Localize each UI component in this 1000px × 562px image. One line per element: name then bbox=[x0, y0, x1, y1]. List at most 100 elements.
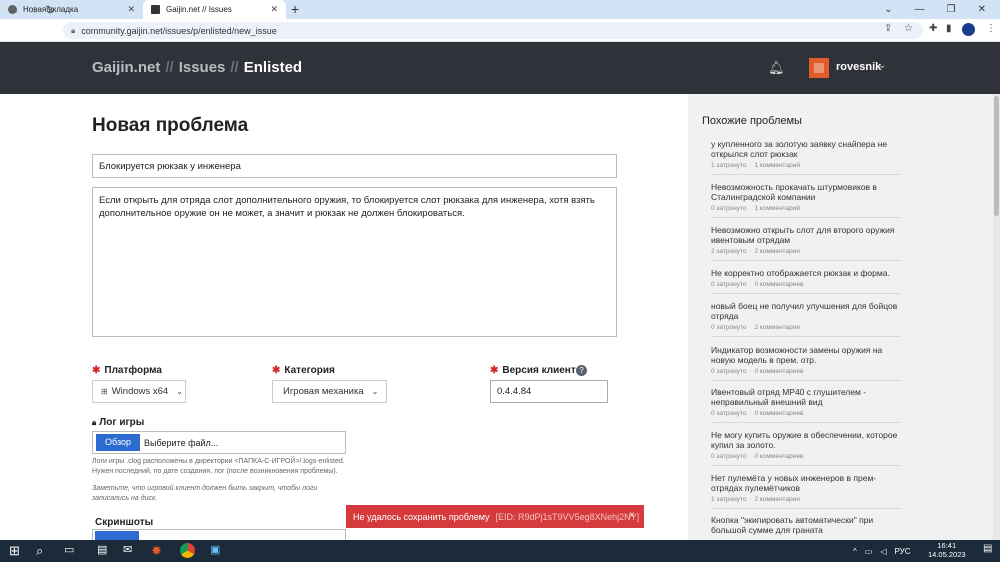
issue-title[interactable]: новый боец не получил улучшения для бойц… bbox=[711, 301, 901, 321]
bookmark-star-icon[interactable]: ☆ bbox=[904, 23, 913, 34]
file-explorer-icon[interactable]: ▤ bbox=[97, 543, 107, 556]
sidepanel-icon[interactable]: ▮ bbox=[946, 23, 952, 34]
windows-start-icon[interactable]: ⊞ bbox=[9, 543, 20, 559]
menu-kebab-icon[interactable]: ⋮ bbox=[986, 23, 996, 34]
required-asterisk-icon: ✱ bbox=[490, 365, 499, 376]
list-item[interactable]: Нет пулемёта у новых инженеров в прем-от… bbox=[711, 473, 901, 509]
toast-eid: [EID: R9dPj1sT9VV5eg8XNehj2NY] bbox=[495, 511, 640, 522]
issue-title[interactable]: Ивентовый отряд MP40 с глушителем - непр… bbox=[711, 387, 901, 407]
issue-title[interactable]: Нет пулемёта у новых инженеров в прем-от… bbox=[711, 473, 901, 493]
list-item[interactable]: Невозможность прокачать штурмовиков в Ст… bbox=[711, 182, 901, 218]
gaijin-favicon-icon bbox=[151, 5, 160, 14]
log-label-text: Лог игры bbox=[99, 417, 145, 428]
issue-title[interactable]: у купленного за золотую заявку снайпера … bbox=[711, 139, 901, 159]
mail-icon[interactable]: ✉ bbox=[123, 543, 132, 556]
comment-count: 1 комментарий bbox=[754, 162, 800, 169]
notifications-icon[interactable]: ▤ bbox=[983, 543, 992, 554]
volume-icon[interactable]: ◁ bbox=[880, 547, 886, 556]
list-item[interactable]: Невозможно открыть слот для второго оруж… bbox=[711, 225, 901, 261]
lock-icon: 🔒︎ bbox=[71, 25, 76, 35]
avatar[interactable] bbox=[809, 58, 829, 78]
affected-count: 0 затронуто bbox=[711, 205, 747, 212]
issue-title[interactable]: Не корректно отображается рюкзак и форма… bbox=[711, 268, 901, 278]
comment-count: 0 комментариев bbox=[754, 368, 804, 375]
chevron-down-icon[interactable]: ⌄ bbox=[878, 60, 886, 71]
app-taskbar-icon[interactable]: ▣ bbox=[210, 543, 220, 556]
language-indicator[interactable]: РУС bbox=[894, 547, 910, 556]
issue-title[interactable]: Невозможно открыть слот для второго оруж… bbox=[711, 225, 901, 245]
network-icon[interactable]: ▭ bbox=[865, 547, 873, 556]
tab-new-tab[interactable]: Новая вкладка ✕ bbox=[0, 0, 143, 19]
chevron-down-icon: ⌄ bbox=[176, 387, 183, 396]
list-item[interactable]: Индикатор возможности замены оружия на н… bbox=[711, 345, 901, 381]
help-icon[interactable]: ? bbox=[576, 365, 587, 376]
error-toast: Не удалось сохранить проблему [EID: R9dP… bbox=[346, 505, 644, 528]
issue-title[interactable]: Кнопка "экипировать автоматически" при б… bbox=[711, 515, 901, 535]
close-tab-icon[interactable]: ✕ bbox=[270, 4, 278, 15]
issue-title[interactable]: Не могу купить оружие в обеспечении, кот… bbox=[711, 430, 901, 450]
chrome-taskbar-icon[interactable] bbox=[180, 543, 195, 558]
browse-button[interactable]: Обзор bbox=[96, 434, 140, 451]
log-hint-note: Заметьте, что игровой клиент должен быть… bbox=[92, 485, 318, 502]
close-tab-icon[interactable]: ✕ bbox=[127, 4, 135, 15]
comment-count: 2 комментария bbox=[754, 248, 800, 255]
list-item[interactable]: Кнопка "экипировать автоматически" при б… bbox=[711, 515, 901, 540]
affected-count: 1 затронуто bbox=[711, 162, 747, 169]
issue-title[interactable]: Индикатор возможности замены оружия на н… bbox=[711, 345, 901, 365]
scrollbar-thumb[interactable] bbox=[994, 96, 999, 216]
comment-count: 2 комментария bbox=[754, 324, 800, 331]
list-item[interactable]: Ивентовый отряд MP40 с глушителем - непр… bbox=[711, 387, 901, 423]
forward-icon[interactable]: → bbox=[27, 3, 39, 17]
issue-description-textarea[interactable]: Если открыть для отряда слот дополнитель… bbox=[92, 187, 617, 337]
address-bar[interactable]: 🔒︎ community.gaijin.net/issues/p/enliste… bbox=[63, 22, 923, 39]
list-item[interactable]: у купленного за золотую заявку снайпера … bbox=[711, 139, 901, 175]
breadcrumb: Gaijin.net//Issues//Enlisted bbox=[92, 59, 302, 76]
reload-icon[interactable]: ↻ bbox=[45, 3, 55, 17]
list-item[interactable]: Не корректно отображается рюкзак и форма… bbox=[711, 268, 901, 294]
profile-avatar-icon[interactable] bbox=[962, 23, 975, 36]
breadcrumb-separator: // bbox=[165, 59, 174, 76]
page-title: Новая проблема bbox=[92, 115, 249, 136]
tab-search-icon[interactable]: ⌄ bbox=[884, 4, 892, 15]
breadcrumb-separator: // bbox=[230, 59, 239, 76]
back-icon[interactable]: ← bbox=[8, 3, 20, 17]
toast-message: Не удалось сохранить проблему bbox=[353, 511, 490, 522]
search-icon[interactable]: ⌕ bbox=[36, 543, 43, 559]
tray-chevron-icon[interactable]: ^ bbox=[853, 547, 857, 556]
enlisted-game-icon[interactable]: ✸ bbox=[151, 543, 162, 559]
issue-title-input[interactable]: Блокируется рюкзак у инженера bbox=[92, 154, 617, 178]
version-input[interactable]: 0.4.4.84 bbox=[490, 380, 608, 403]
screenshots-label: Скриншоты bbox=[95, 517, 154, 528]
category-value: Игровая механика bbox=[283, 386, 364, 397]
username[interactable]: rovesnik bbox=[836, 61, 881, 73]
tab-issues[interactable]: Gaijin.net // Issues ✕ bbox=[143, 0, 286, 19]
task-view-icon[interactable]: ▭ bbox=[64, 543, 74, 556]
time: 16:41 bbox=[937, 541, 957, 550]
list-item[interactable]: Не могу купить оружие в обеспечении, кот… bbox=[711, 430, 901, 466]
category-select[interactable]: Игровая механика ⌄ bbox=[272, 380, 387, 403]
list-item[interactable]: новый боец не получил улучшения для бойц… bbox=[711, 301, 901, 337]
taskbar bbox=[0, 540, 1000, 562]
breadcrumb-enlisted[interactable]: Enlisted bbox=[244, 59, 302, 76]
share-icon[interactable]: ⇪ bbox=[884, 23, 892, 34]
clock[interactable]: 16:41 14.05.2023 bbox=[928, 541, 966, 559]
breadcrumb-issues[interactable]: Issues bbox=[179, 59, 226, 76]
extensions-icon[interactable]: ✚ bbox=[929, 23, 937, 34]
minimize-icon[interactable]: — bbox=[915, 4, 925, 15]
breadcrumb-gaijin[interactable]: Gaijin.net bbox=[92, 59, 160, 76]
issue-title[interactable]: Невозможность прокачать штурмовиков в Ст… bbox=[711, 182, 901, 202]
tab-label: Gaijin.net // Issues bbox=[166, 5, 232, 14]
comment-count: 0 комментариев bbox=[754, 410, 804, 417]
close-window-icon[interactable]: ✕ bbox=[978, 4, 986, 15]
notification-bell-icon[interactable]: 🔔︎ bbox=[768, 60, 785, 76]
window-controls: ⌄ — ❐ ✕ bbox=[884, 0, 1000, 19]
affected-count: 0 затронуто bbox=[711, 324, 747, 331]
maximize-icon[interactable]: ❐ bbox=[947, 4, 956, 15]
comment-count: 0 комментариев bbox=[754, 453, 804, 460]
platform-select[interactable]: ⊞ Windows x64 ⌄ bbox=[92, 380, 186, 403]
url-text: community.gaijin.net/issues/p/enlisted/n… bbox=[81, 25, 277, 36]
new-tab-button[interactable]: + bbox=[291, 1, 299, 17]
system-tray: ^ ▭ ◁ РУС bbox=[853, 540, 911, 562]
comment-count: 0 комментариев bbox=[754, 281, 804, 288]
toast-close-button[interactable]: × bbox=[629, 510, 635, 521]
